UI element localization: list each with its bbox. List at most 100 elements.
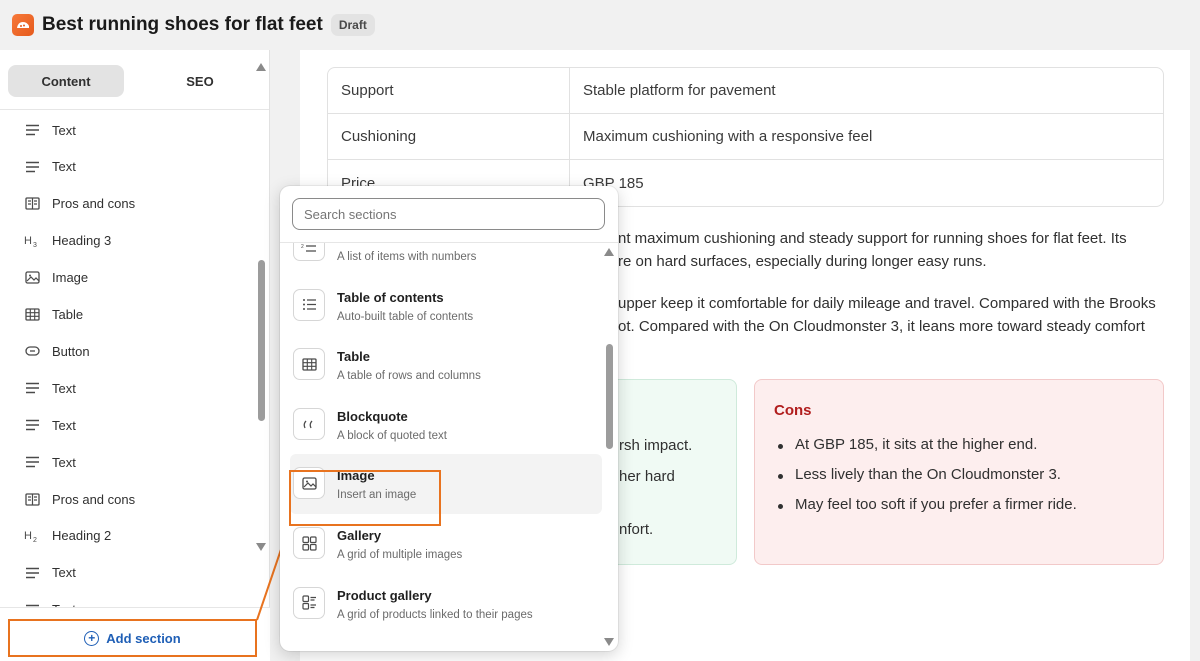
option-name: Numbered list	[337, 243, 424, 245]
list-item: At GBP 185, it sits at the higher end.	[774, 436, 1077, 466]
status-badge: Draft	[330, 14, 375, 36]
sidebar-section-label: Text	[52, 122, 76, 138]
add-section-button[interactable]: + Add section	[8, 619, 257, 657]
sidebar-section-label: Text	[52, 159, 76, 175]
sidebar-section-label: Heading 2	[52, 528, 112, 544]
text-icon	[24, 380, 40, 396]
option-description: A table of rows and columns	[337, 370, 481, 383]
option-description: A grid of products linked to their pages	[337, 608, 533, 621]
svg-text:3: 3	[33, 242, 37, 248]
section-option-table[interactable]: Table A table of rows and columns	[290, 335, 602, 395]
sidebar-section-label: Button	[52, 343, 90, 359]
svg-text:2: 2	[33, 537, 37, 543]
sidebar-section-item[interactable]: Button	[24, 341, 90, 361]
svg-text:2: 2	[301, 244, 304, 250]
sidebar-section-label: Heading 3	[52, 233, 112, 249]
cons-box: Cons At GBP 185, it sits at the higher e…	[754, 379, 1164, 565]
product-gallery-icon	[293, 586, 325, 619]
table-cell-key: Support	[328, 68, 570, 113]
selection-highlight	[289, 470, 441, 526]
list-item: Less lively than the On Cloudmonster 3.	[774, 466, 1077, 496]
quote-icon	[293, 407, 325, 440]
sidebar-section-item[interactable]: H 2 Heading 2	[24, 526, 111, 546]
text-icon	[24, 454, 40, 470]
svg-text:H: H	[24, 530, 32, 542]
sidebar-section-item[interactable]: Pros and cons	[24, 489, 135, 509]
sidebar-section-item[interactable]: H 3 Heading 3	[24, 231, 111, 251]
sidebar-section-item[interactable]: Image	[24, 268, 88, 288]
text-icon	[24, 159, 40, 175]
option-description: A grid of multiple images	[337, 549, 463, 561]
app-logo-icon	[12, 14, 34, 36]
picker-scroll-up-arrow[interactable]	[604, 248, 614, 256]
pros-item-text: rsh impact.	[619, 437, 693, 454]
add-circle-icon: +	[84, 630, 100, 646]
option-name: Gallery	[337, 528, 382, 543]
option-name: Blockquote	[337, 408, 408, 424]
pros-item-text: nfort.	[619, 521, 654, 538]
option-name: Table of contents	[337, 289, 444, 305]
option-name: Product gallery	[337, 587, 432, 603]
paragraph-line: re on hard surfaces, especially during l…	[618, 253, 987, 270]
sidebar-section-label: Image	[52, 270, 89, 286]
option-description: Auto-built table of contents	[337, 310, 474, 323]
sidebar-section-label: Text	[52, 454, 76, 470]
add-section-bar: + Add section	[0, 607, 270, 661]
sidebar-section-item[interactable]: Text	[24, 415, 76, 435]
svg-text:H: H	[24, 235, 32, 247]
pros-item-text: her hard	[619, 468, 675, 485]
sidebar-section-item[interactable]: Text	[24, 120, 76, 140]
table-row: Cushioning Maximum cushioning with a res…	[328, 114, 1163, 160]
page-title: Best running shoes for flat feet	[42, 14, 323, 35]
text-icon	[24, 122, 40, 138]
sidebar-section-item[interactable]: Text	[24, 563, 76, 583]
sidebar-section-label: Table	[52, 307, 84, 322]
section-option-table-of-contents[interactable]: Table of contents Auto-built table of con…	[290, 276, 602, 336]
paragraph-line: nt maximum cushioning and steady support…	[618, 230, 1127, 247]
sidebar: Content SEO Text Text Pros and cons H 3 Headi…	[0, 50, 270, 661]
picker-scrollbar-thumb[interactable]	[606, 344, 613, 449]
section-option-numbered-list[interactable]: 12 Numbered list A list of items with numb…	[290, 243, 602, 276]
sidebar-section-label: Text	[52, 380, 76, 396]
heading-2-icon: H2	[24, 528, 40, 544]
option-description: A list of items with numbers	[337, 251, 477, 263]
table-cell-value: GBP 185	[583, 174, 644, 192]
paragraph-line: ot. Compared with the On Cloudmonster 3,…	[618, 318, 1145, 335]
sidebar-section-item[interactable]: Text	[24, 452, 76, 472]
picker-scroll-down-arrow[interactable]	[604, 638, 614, 646]
sidebar-scroll-up-arrow[interactable]	[256, 63, 266, 71]
tab-content[interactable]: Content	[8, 65, 124, 97]
heading-3-icon: H3	[24, 233, 40, 249]
button-icon	[24, 343, 40, 359]
top-bar: Best running shoes for flat feet Draft	[0, 0, 1200, 50]
cons-title: Cons	[774, 402, 812, 419]
sidebar-tabs: Content SEO	[0, 50, 269, 110]
sidebar-section-item[interactable]: Pros and cons	[24, 194, 135, 214]
sidebar-section-label: Text	[52, 417, 76, 433]
sidebar-scrollbar-thumb[interactable]	[258, 260, 265, 421]
table-cell-value: Stable platform for pavement	[583, 82, 776, 99]
sidebar-section-item[interactable]: Text	[24, 157, 76, 177]
columns-icon	[24, 491, 40, 507]
sidebar-section-label: Pros and cons	[52, 196, 136, 212]
numbered-list-icon: 12	[293, 243, 325, 261]
columns-icon	[24, 196, 40, 212]
table-cell-value: Maximum cushioning with a responsive fee…	[583, 128, 873, 145]
section-list: Text Text Pros and cons H 3 Heading 3 Image Tab…	[0, 111, 270, 608]
add-section-label: Add section	[106, 630, 181, 646]
pros-box: rsh impact. her hard nfort.	[598, 379, 737, 565]
gallery-icon	[293, 527, 325, 559]
toc-icon	[293, 288, 325, 321]
section-option-blockquote[interactable]: Blockquote A block of quoted text	[290, 395, 602, 455]
section-picker-popover: 12 Numbered list A list of items with numb…	[280, 186, 618, 651]
section-options-list: 12 Numbered list A list of items with numb…	[280, 243, 604, 651]
sidebar-section-item[interactable]: Text	[24, 600, 76, 607]
sidebar-scroll-down-arrow[interactable]	[256, 543, 266, 551]
search-sections-input[interactable]	[292, 198, 605, 230]
option-name: Table	[337, 349, 370, 365]
sidebar-section-item[interactable]: Table	[24, 305, 83, 325]
tab-seo[interactable]: SEO	[142, 65, 258, 97]
section-option-product-gallery[interactable]: Product gallery A grid of products linked…	[290, 574, 602, 634]
sidebar-section-item[interactable]: Text	[24, 378, 76, 398]
cons-list: At GBP 185, it sits at the higher end. L…	[774, 436, 1077, 526]
